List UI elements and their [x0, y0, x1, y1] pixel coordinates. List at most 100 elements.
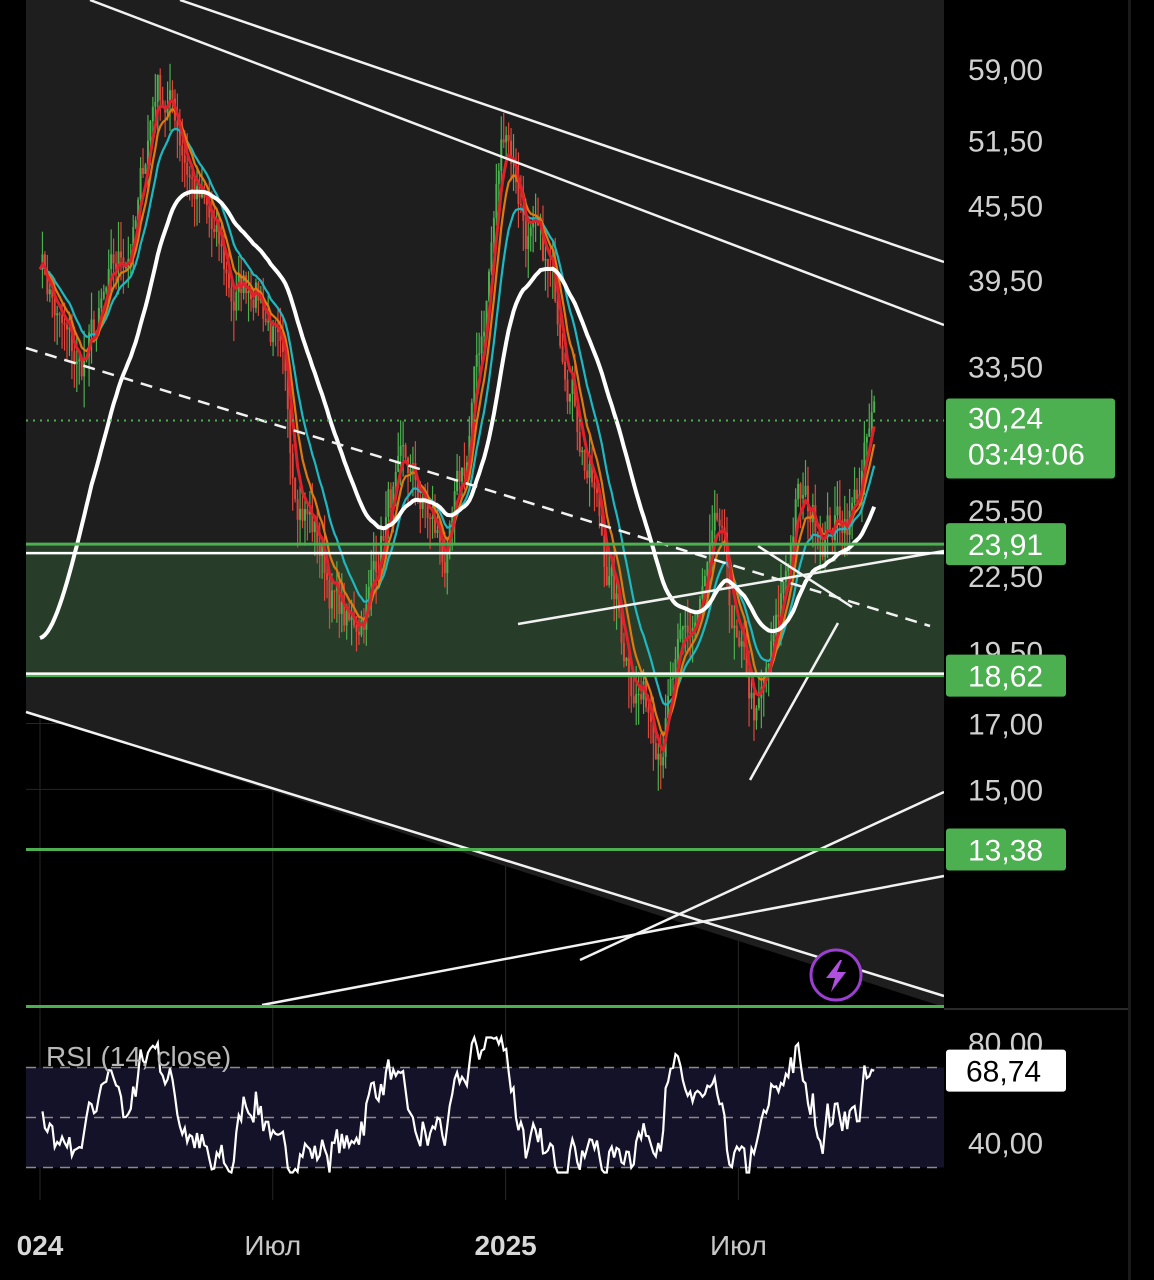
candle-body — [443, 562, 446, 574]
candle-body — [681, 626, 684, 630]
candle-body — [399, 445, 402, 456]
candle-body — [80, 359, 83, 377]
candle-body — [772, 634, 775, 642]
candle-body — [345, 611, 348, 626]
candle-body — [632, 696, 635, 704]
candle-body — [566, 379, 569, 402]
candle-body — [375, 561, 378, 572]
candle-body — [568, 394, 571, 402]
time-tick-label: Июл — [244, 1230, 301, 1261]
candle-body — [546, 259, 549, 267]
candle-body — [804, 485, 807, 496]
candle-body — [637, 694, 640, 696]
candle-body — [291, 453, 294, 479]
lightning-icon[interactable] — [809, 948, 863, 1002]
candle-body — [782, 581, 785, 594]
candle-body — [355, 625, 358, 632]
candle-body — [829, 515, 832, 531]
rsi-tick-label: 40,00 — [968, 1128, 1043, 1161]
candle-body — [328, 579, 331, 609]
candle-body — [608, 576, 611, 585]
candle-body — [429, 518, 432, 520]
candle-body — [461, 467, 464, 482]
candle-body — [595, 488, 598, 494]
candle-body — [480, 336, 483, 354]
candle-body — [730, 605, 733, 628]
candle-body — [105, 287, 108, 292]
pane-separator[interactable] — [26, 1005, 944, 1008]
candle-body — [183, 155, 186, 163]
price-tick-label: 17,00 — [968, 709, 1043, 742]
candle-body — [490, 242, 493, 272]
candle-body — [171, 90, 174, 99]
candle-body — [404, 445, 407, 458]
candle-body — [524, 220, 527, 250]
candle-body — [733, 625, 736, 628]
candle-body — [757, 698, 760, 708]
price-tick-label: 22,50 — [968, 561, 1043, 594]
candle-body — [853, 489, 856, 503]
candle-body — [269, 321, 272, 343]
candle-body — [232, 301, 235, 311]
price-tick-label: 45,50 — [968, 191, 1043, 224]
candle-body — [581, 450, 584, 453]
candle-body — [225, 269, 228, 274]
candle-body — [402, 445, 405, 447]
candle-body — [463, 467, 466, 476]
countdown-timer: 03:49:06 — [968, 439, 1085, 472]
candle-body — [112, 254, 115, 264]
candle-body — [505, 135, 508, 143]
support-zone[interactable] — [26, 544, 944, 676]
candle-body — [529, 227, 532, 237]
price-tick-label: 15,00 — [968, 774, 1043, 807]
candle-body — [838, 506, 841, 521]
candle-body — [252, 299, 255, 308]
price-tick-label: 39,50 — [968, 265, 1043, 298]
candle-body — [193, 178, 196, 200]
candle-body — [58, 313, 61, 315]
candle-body — [630, 676, 633, 697]
candle-body — [382, 535, 385, 541]
candle-body — [559, 324, 562, 346]
candle-body — [294, 478, 297, 500]
candle-body — [721, 525, 724, 528]
candle-body — [235, 292, 238, 311]
price-tick-label: 59,00 — [968, 54, 1043, 87]
candle-body — [372, 561, 375, 570]
candle-body — [519, 203, 522, 206]
candle-body — [870, 412, 873, 429]
candle-body — [711, 530, 714, 545]
candle-body — [475, 354, 478, 367]
candle-body — [156, 74, 159, 102]
candle-body — [836, 506, 839, 516]
candle-body — [784, 570, 787, 582]
candle-body — [502, 139, 505, 143]
candle-body — [110, 254, 113, 270]
level-badge-label: 23,91 — [968, 529, 1043, 562]
candle-body — [227, 273, 230, 289]
candle-body — [220, 243, 223, 247]
rsi-last-value: 68,74 — [966, 1056, 1041, 1089]
candle-body — [100, 298, 103, 308]
candle-body — [478, 353, 481, 355]
candle-body — [159, 74, 162, 101]
candle-body — [124, 267, 127, 269]
candle-body — [686, 625, 689, 633]
candle-body — [387, 489, 390, 518]
candle-body — [586, 470, 589, 478]
candle-body — [181, 145, 184, 156]
candle-body — [593, 482, 596, 489]
candle-body — [213, 228, 216, 232]
candle-body — [299, 508, 302, 520]
candle-body — [61, 314, 64, 324]
candle-body — [797, 483, 800, 500]
candle-body — [497, 170, 500, 185]
candle-body — [765, 667, 768, 674]
candle-body — [75, 361, 78, 365]
chart-canvas[interactable]: 59,0051,5045,5039,5033,5025,5022,5019,50… — [0, 0, 1154, 1280]
candle-body — [755, 707, 758, 721]
candle-body — [149, 121, 152, 141]
candle-body — [357, 631, 360, 635]
candle-body — [676, 639, 679, 659]
candle-body — [142, 167, 145, 175]
